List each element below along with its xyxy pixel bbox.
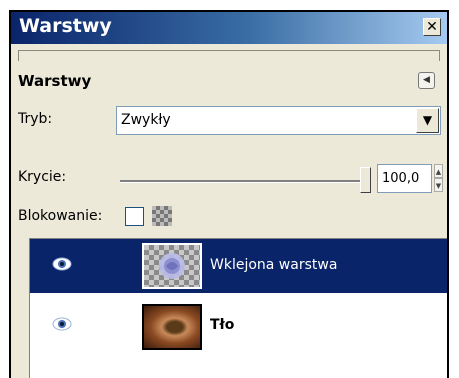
close-icon: ✕: [426, 19, 438, 35]
eye-icon[interactable]: [52, 256, 72, 272]
layers-window: Warstwy ✕ Warstwy ◀ Tryb: Zwykły ▼ Kryci…: [9, 10, 449, 378]
opacity-slider-thumb[interactable]: [360, 167, 371, 193]
layer-row[interactable]: Tło: [30, 299, 447, 353]
window-title: Warstwy: [19, 15, 112, 37]
opacity-spinner[interactable]: ▲ ▼: [434, 164, 443, 193]
layer-name[interactable]: Tło: [210, 317, 234, 333]
close-button[interactable]: ✕: [423, 18, 441, 36]
mode-label: Tryb:: [18, 111, 53, 127]
opacity-slider-track[interactable]: [120, 180, 360, 183]
lock-label: Blokowanie:: [18, 208, 103, 224]
layers-list[interactable]: Wklejona warstwa Tło: [29, 238, 447, 378]
spin-down-icon[interactable]: ▼: [434, 178, 443, 192]
layer-name[interactable]: Wklejona warstwa: [210, 257, 337, 273]
dock-menu-button[interactable]: ◀: [418, 72, 435, 89]
window-titlebar[interactable]: Warstwy ✕: [11, 12, 447, 44]
layer-thumbnail[interactable]: [142, 304, 202, 350]
chevron-down-icon: ▼: [422, 113, 433, 127]
opacity-label: Krycie:: [18, 169, 67, 185]
lock-pixels-checkbox[interactable]: [125, 207, 144, 226]
alpha-lock-icon[interactable]: [152, 206, 172, 226]
layer-row[interactable]: Wklejona warstwa: [30, 239, 447, 293]
mode-dropdown-button[interactable]: ▼: [416, 108, 439, 133]
dock-title: Warstwy: [18, 72, 92, 90]
rose-thumbnail-icon: [159, 253, 185, 279]
eye-icon[interactable]: [52, 316, 72, 332]
dock-menu-icon: ◀: [423, 75, 430, 85]
spin-up-icon[interactable]: ▲: [434, 164, 443, 178]
dock-tab-strip: [18, 50, 440, 61]
mode-value: Zwykły: [121, 112, 171, 128]
opacity-value-field[interactable]: 100,0: [377, 164, 432, 193]
layer-thumbnail[interactable]: [142, 243, 202, 289]
mode-select[interactable]: Zwykły ▼: [116, 106, 441, 135]
